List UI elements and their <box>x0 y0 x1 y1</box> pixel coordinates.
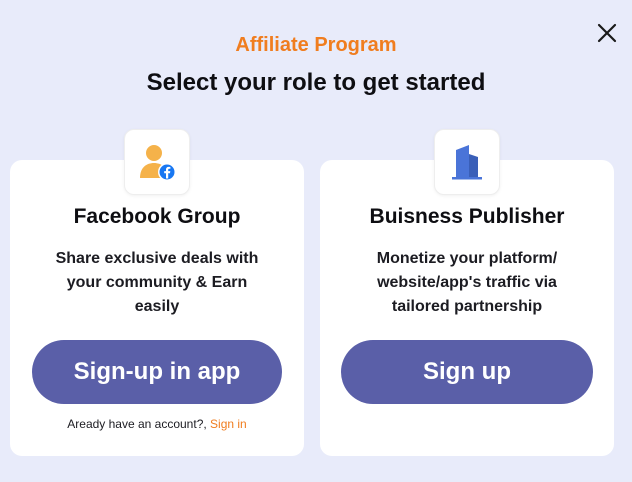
description-line: tailored partnership <box>391 298 543 315</box>
modal-subtitle: Affiliate Program <box>235 34 397 56</box>
facebook-group-description: Share exclusive deals with your communit… <box>20 247 294 319</box>
signin-prompt-text: Aready have an account?, <box>67 417 211 431</box>
description-line: website/app's traffic via <box>377 274 557 291</box>
building-icon <box>434 129 500 195</box>
sign-up-in-app-button[interactable]: Sign-up in app <box>32 340 282 404</box>
description-line: Share exclusive deals with <box>55 250 259 267</box>
sign-in-link[interactable]: Sign in <box>210 417 247 431</box>
business-publisher-description: Monetize your platform/ website/app's tr… <box>330 247 604 319</box>
description-line: your community & Earn <box>66 274 248 291</box>
sign-up-button[interactable]: Sign up <box>341 340 593 404</box>
facebook-group-user-icon <box>124 129 190 195</box>
modal-title: Select your role to get started <box>146 69 486 96</box>
business-publisher-title: Buisness Publisher <box>369 205 565 228</box>
facebook-group-title: Facebook Group <box>73 205 241 228</box>
description-line: Monetize your platform/ <box>376 250 558 267</box>
description-line: easily <box>134 298 180 315</box>
signin-prompt: Aready have an account?, Sign in <box>10 416 304 432</box>
affiliate-modal: Affiliate Program Select your role to ge… <box>0 0 632 482</box>
